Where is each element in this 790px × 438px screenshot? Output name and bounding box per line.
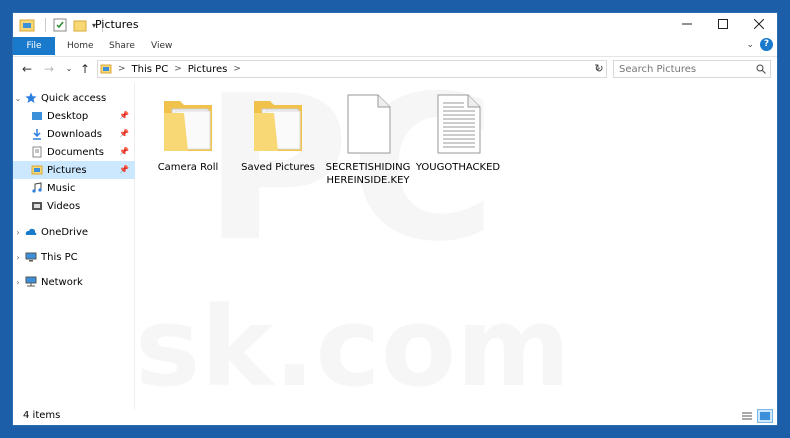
details-view-button[interactable] [739, 409, 755, 423]
pictures-icon [31, 165, 43, 175]
collapsed-chevron-icon[interactable]: › [13, 278, 23, 287]
nav-label: OneDrive [41, 226, 89, 238]
expand-ribbon-icon[interactable]: ⌄ [746, 40, 754, 50]
file-item-camera-roll[interactable]: Camera Roll [142, 91, 234, 174]
nav-music[interactable]: Music [13, 179, 135, 197]
file-name: Saved Pictures [241, 162, 315, 173]
nav-this-pc[interactable]: › This PC [13, 248, 135, 266]
star-icon [25, 92, 37, 103]
close-icon [754, 19, 764, 29]
text-file-icon [437, 94, 481, 154]
file-item-yougothacked[interactable]: YOUGOTHACKED [412, 91, 504, 174]
explorer-window: PC risk.com ▾ Pictures File Home Sh [12, 12, 778, 426]
collapsed-chevron-icon[interactable]: › [13, 253, 23, 262]
breadcrumb-chevron-icon: > [174, 64, 182, 74]
address-bar[interactable]: > This PC > Pictures > ⌄ [97, 60, 607, 78]
window-controls [669, 13, 777, 35]
maximize-button[interactable] [705, 13, 741, 35]
nav-network[interactable]: › Network [13, 273, 135, 291]
blank-file-icon [347, 94, 391, 154]
folder-icon [254, 101, 302, 151]
breadcrumb-chevron-icon: > [118, 64, 126, 74]
search-icon[interactable] [756, 64, 766, 74]
new-folder-icon[interactable] [72, 17, 88, 33]
folder-icon [164, 101, 212, 151]
large-icons-view-icon [760, 412, 770, 420]
tab-home[interactable]: Home [59, 37, 102, 55]
desktop-icon [32, 112, 42, 120]
explorer-folder-icon[interactable] [19, 17, 35, 33]
videos-icon [32, 202, 42, 210]
nav-pictures[interactable]: Pictures 📌 [13, 161, 135, 179]
network-icon [25, 276, 37, 287]
minimize-button[interactable] [669, 13, 705, 35]
file-item-secret-key[interactable]: SECRETISHIDING HEREINSIDE.KEY [322, 91, 414, 187]
nav-label: Videos [47, 200, 81, 212]
search-input[interactable] [613, 60, 771, 78]
file-name: SECRETISHIDING HEREINSIDE.KEY [325, 162, 411, 186]
tab-file[interactable]: File [13, 37, 55, 55]
ribbon: File Home Share View ⌄ ? [13, 37, 777, 55]
title-bar: ▾ Pictures [13, 13, 777, 37]
details-view-icon [742, 412, 752, 420]
nav-label: This PC [41, 251, 78, 263]
nav-onedrive[interactable]: › OneDrive [13, 223, 135, 241]
nav-label: Quick access [41, 92, 107, 104]
tab-share[interactable]: Share [101, 37, 143, 55]
cloud-icon [25, 228, 37, 235]
up-arrow-icon[interactable]: ↑ [77, 61, 93, 77]
minimize-icon [682, 23, 692, 25]
breadcrumb-chevron-icon: > [233, 64, 241, 74]
navigation-bar: ← → ⌄ ↑ > This PC > Pictures > ⌄ ↻ [13, 56, 777, 80]
pin-icon[interactable]: 📌 [119, 147, 129, 156]
help-icon[interactable]: ? [760, 38, 773, 51]
nav-videos[interactable]: Videos [13, 197, 135, 215]
nav-label: Documents [47, 146, 105, 158]
file-name: Camera Roll [157, 162, 219, 173]
collapsed-chevron-icon[interactable]: › [13, 228, 23, 237]
back-arrow-icon[interactable]: ← [19, 61, 35, 77]
file-list: Camera Roll Saved Pictures SECRETISHIDIN… [137, 83, 777, 409]
tab-view[interactable]: View [143, 37, 180, 55]
nav-quick-access[interactable]: ⌄ Quick access [13, 89, 135, 107]
computer-icon [25, 252, 37, 262]
nav-desktop[interactable]: Desktop 📌 [13, 107, 135, 125]
nav-label: Music [47, 182, 76, 194]
window-title: Pictures [95, 18, 139, 31]
breadcrumb-this-pc[interactable]: This PC [132, 64, 169, 75]
recent-locations-icon[interactable]: ⌄ [61, 61, 77, 77]
pin-icon[interactable]: 📌 [119, 165, 129, 174]
nav-label: Downloads [47, 128, 102, 140]
view-buttons [737, 409, 773, 423]
expanded-chevron-icon[interactable]: ⌄ [13, 94, 23, 103]
pin-icon[interactable]: 📌 [119, 111, 129, 120]
document-icon [32, 146, 42, 158]
file-name: YOUGOTHACKED [415, 162, 501, 173]
ribbon-right: ⌄ ? [746, 38, 773, 51]
item-count: 4 items [23, 410, 61, 421]
status-bar: 4 items [13, 407, 777, 425]
download-icon [33, 129, 41, 140]
pictures-location-icon [100, 64, 112, 74]
refresh-icon[interactable]: ↻ [591, 60, 607, 78]
breadcrumb-pictures[interactable]: Pictures [188, 64, 228, 75]
close-button[interactable] [741, 13, 777, 35]
nav-downloads[interactable]: Downloads 📌 [13, 125, 135, 143]
nav-label: Network [41, 276, 83, 288]
pin-icon[interactable]: 📌 [119, 129, 129, 138]
nav-documents[interactable]: Documents 📌 [13, 143, 135, 161]
forward-arrow-icon[interactable]: → [41, 61, 57, 77]
nav-label: Pictures [47, 164, 87, 176]
music-icon [32, 182, 42, 193]
maximize-icon [718, 19, 728, 29]
navigation-pane: ⌄ Quick access Desktop 📌 Downloads 📌 Doc… [13, 83, 135, 409]
file-item-saved-pictures[interactable]: Saved Pictures [232, 91, 324, 174]
large-icons-view-button[interactable] [757, 409, 773, 423]
nav-label: Desktop [47, 110, 89, 122]
properties-icon[interactable] [52, 17, 68, 33]
